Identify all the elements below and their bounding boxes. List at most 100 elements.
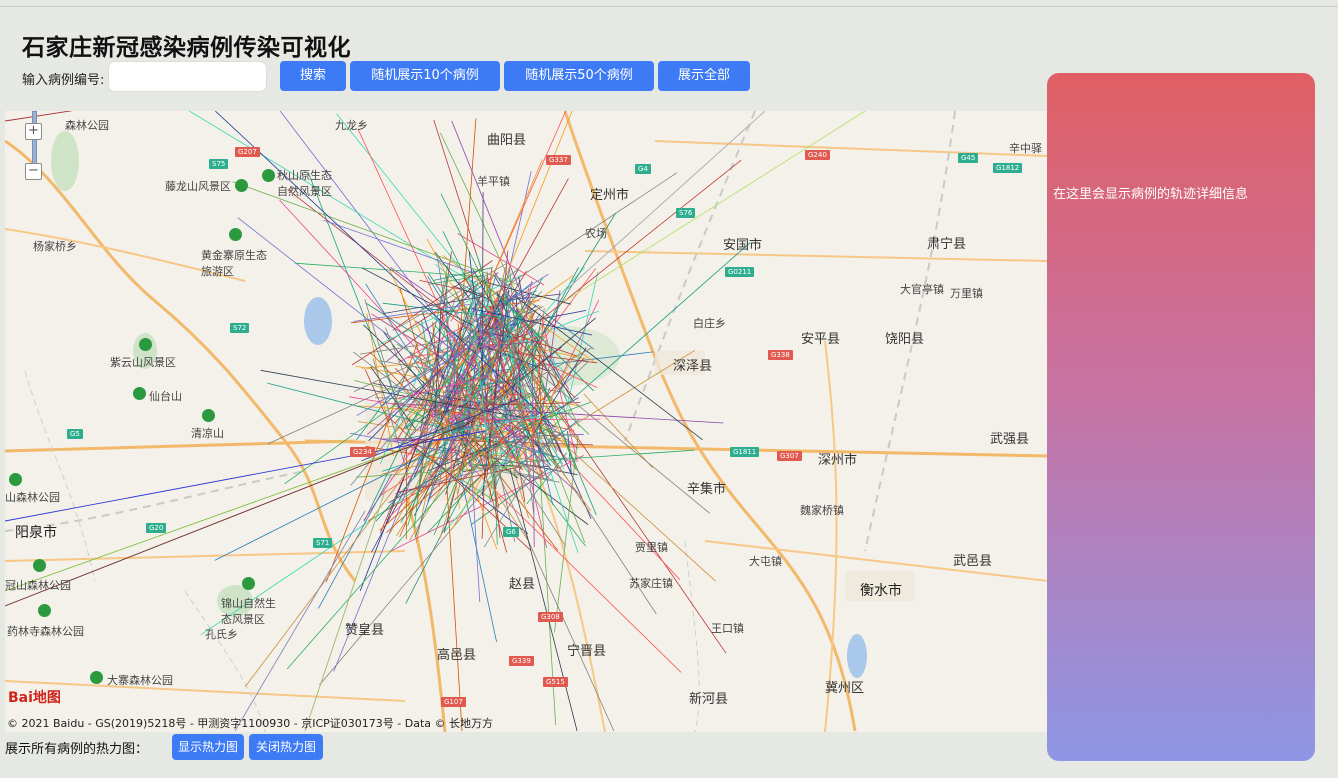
place-label: 孔氏乡 [205, 628, 238, 641]
road-shield: G20 [146, 523, 167, 533]
place-label: 宁晋县 [567, 644, 607, 659]
road-shield: S76 [676, 208, 696, 218]
trajectory-line [304, 490, 386, 732]
case-trajectory-layer [5, 111, 866, 732]
place-label: 大寨森林公园 [107, 674, 173, 687]
scenic-marker-icon [133, 387, 146, 400]
trajectory-line [5, 420, 476, 607]
search-label: 输入病例编号: [22, 73, 105, 88]
place-label: 万里镇 [950, 287, 983, 300]
place-label: 辛集市 [687, 482, 727, 497]
place-label: 安平县 [801, 332, 841, 347]
panel-placeholder-text: 在这里会显示病例的轨迹详细信息 [1053, 187, 1249, 202]
place-label: 阳泉市 [15, 525, 57, 541]
place-label: 高邑县 [437, 648, 477, 663]
place-label: 农场 [585, 227, 607, 240]
show-all-button[interactable]: 展示全部 [658, 61, 750, 91]
place-label: 武强县 [990, 432, 1030, 447]
case-id-input[interactable] [108, 61, 267, 92]
place-label: 深州市 [818, 453, 858, 468]
place-label: 魏家桥镇 [800, 504, 844, 517]
trajectory-line [509, 468, 578, 732]
place-label: 锦山自然生态风景区 [221, 597, 276, 626]
show-heatmap-button[interactable]: 显示热力图 [172, 734, 244, 760]
random-10-button[interactable]: 随机展示10个病例 [350, 61, 500, 91]
place-label: 九龙乡 [335, 119, 368, 132]
scenic-marker-icon [202, 409, 215, 422]
place-label: 肃宁县 [927, 237, 967, 252]
place-label: 藤龙山风景区 [165, 180, 231, 193]
search-button[interactable]: 搜索 [280, 61, 346, 91]
road-shield: G515 [543, 677, 568, 687]
place-label: 黄金寨原生态旅游区 [201, 249, 267, 278]
place-label: 贾里镇 [635, 541, 668, 554]
place-label: 深泽县 [673, 359, 713, 374]
place-label: 曲阳县 [487, 133, 527, 148]
road-shield: G6 [503, 527, 519, 537]
random-50-button[interactable]: 随机展示50个病例 [504, 61, 654, 91]
road-shield: G107 [441, 697, 466, 707]
place-label: 饶阳县 [885, 332, 925, 347]
place-label: 冀州区 [825, 681, 865, 696]
road-shield: G307 [777, 451, 802, 461]
road-shield: S71 [313, 538, 333, 548]
place-label: 定州市 [590, 188, 630, 203]
trajectory-line [470, 467, 551, 526]
road-shield: G5 [67, 429, 83, 439]
place-label: 大屯镇 [749, 555, 782, 568]
road-shield: G338 [768, 350, 793, 360]
case-detail-panel: 在这里会显示病例的轨迹详细信息 [1047, 73, 1315, 761]
road-shield: S72 [230, 323, 250, 333]
trajectory-line [232, 181, 521, 286]
trajectory-line [244, 365, 488, 687]
place-label: 山森林公园 [5, 491, 60, 504]
scenic-marker-icon [229, 228, 242, 241]
place-label: 王口镇 [711, 622, 744, 635]
road-shield: G1812 [993, 163, 1023, 173]
scenic-marker-icon [139, 338, 152, 351]
road-shield: G339 [509, 656, 534, 666]
zoom-in-button[interactable]: + [25, 123, 42, 140]
scenic-marker-icon [33, 559, 46, 572]
trajectory-line [363, 324, 428, 387]
page-title: 石家庄新冠感染病例传染可视化 [22, 35, 351, 61]
map-view[interactable]: 曲阳县 定州市 安国市 肃宁县 安平县 饶阳县 深泽县 深州市 武强县 衡水市 … [5, 111, 1048, 732]
road-shield: G1811 [730, 447, 760, 457]
road-shield: G234 [350, 447, 375, 457]
road-shield: G240 [805, 150, 830, 160]
place-label: 清凉山 [191, 427, 224, 440]
place-label: 辛中驿 [1009, 142, 1042, 155]
place-label: 衡水市 [860, 583, 902, 599]
place-label: 杨家桥乡 [33, 240, 77, 253]
close-heatmap-button[interactable]: 关闭热力图 [249, 734, 323, 760]
trajectory-line [499, 178, 569, 304]
road-shield: G0211 [725, 267, 755, 277]
place-label: 武邑县 [953, 554, 993, 569]
zoom-out-button[interactable]: − [25, 163, 42, 180]
place-label: 大官亭镇 [900, 283, 944, 296]
heatmap-label: 展示所有病例的热力图： [5, 742, 149, 757]
scenic-marker-icon [262, 169, 275, 182]
road-shield: G337 [546, 155, 571, 165]
road-shield: G207 [235, 147, 260, 157]
scenic-marker-icon [90, 671, 103, 684]
place-label: 秋山原生态自然风景区 [277, 169, 332, 198]
place-label: 安国市 [723, 238, 763, 253]
zoom-slider-track[interactable] [32, 111, 37, 169]
scenic-marker-icon [9, 473, 22, 486]
place-label: 羊平镇 [477, 175, 510, 188]
zoom-control[interactable]: + − [25, 111, 43, 183]
place-label: 赞皇县 [345, 623, 385, 638]
trajectory-line [451, 342, 716, 582]
map-copyright: © 2021 Baidu - GS(2019)5218号 - 甲测资字11009… [7, 717, 494, 730]
place-label: 仙台山 [149, 390, 182, 403]
place-label: 新河县 [689, 692, 729, 707]
road-shield: G308 [538, 612, 563, 622]
place-label: 药林寺森林公园 [7, 625, 84, 638]
place-label: 冠山森林公园 [5, 579, 71, 592]
trajectory-line [564, 111, 866, 302]
place-label: 苏家庄镇 [629, 577, 673, 590]
place-label: 紫云山风景区 [110, 356, 176, 369]
place-label: 白庄乡 [693, 317, 726, 330]
baidu-map-logo[interactable]: Bai地图 [8, 687, 61, 707]
